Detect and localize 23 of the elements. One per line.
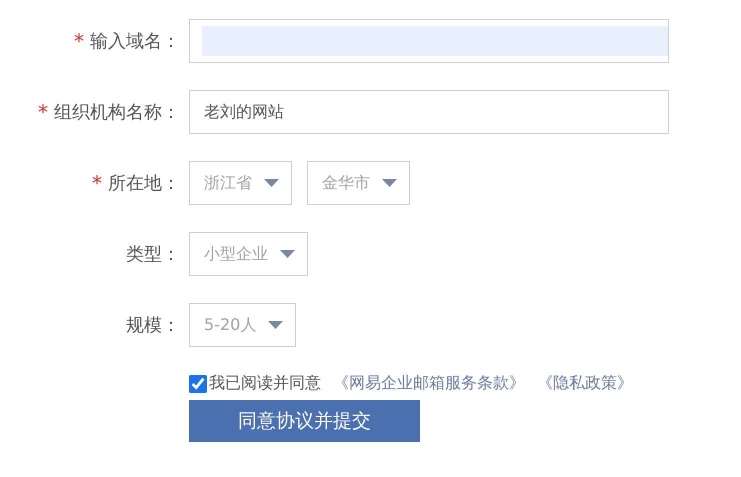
agreement-text: 我已阅读并同意	[209, 373, 321, 394]
caret-icon	[280, 250, 295, 258]
field-label: 类型：	[126, 243, 180, 266]
field-label: 规模：	[126, 314, 180, 337]
terms-link[interactable]: 《隐私政策》	[537, 373, 633, 394]
input-field[interactable]	[189, 19, 669, 63]
caret-icon	[264, 179, 279, 187]
input-field[interactable]: 老刘的网站	[189, 90, 669, 134]
field-label: 输入域名：	[90, 30, 180, 53]
submit-button[interactable]: 同意协议并提交	[189, 400, 420, 442]
terms-link[interactable]: 《网易企业邮箱服务条款》	[333, 373, 525, 394]
required-mark: *	[74, 29, 84, 53]
required-mark: *	[38, 100, 48, 124]
dropdown[interactable]: 小型企业	[189, 232, 308, 276]
required-mark: *	[92, 171, 102, 195]
caret-icon	[382, 179, 397, 187]
dropdown[interactable]: 5-20人	[189, 303, 296, 347]
dropdown[interactable]: 金华市	[307, 161, 410, 205]
dropdown[interactable]: 浙江省	[189, 161, 292, 205]
field-label: 所在地：	[108, 172, 180, 195]
agree-checkbox[interactable]	[189, 374, 207, 392]
field-label: 组织机构名称：	[54, 101, 180, 124]
caret-icon	[268, 321, 284, 329]
